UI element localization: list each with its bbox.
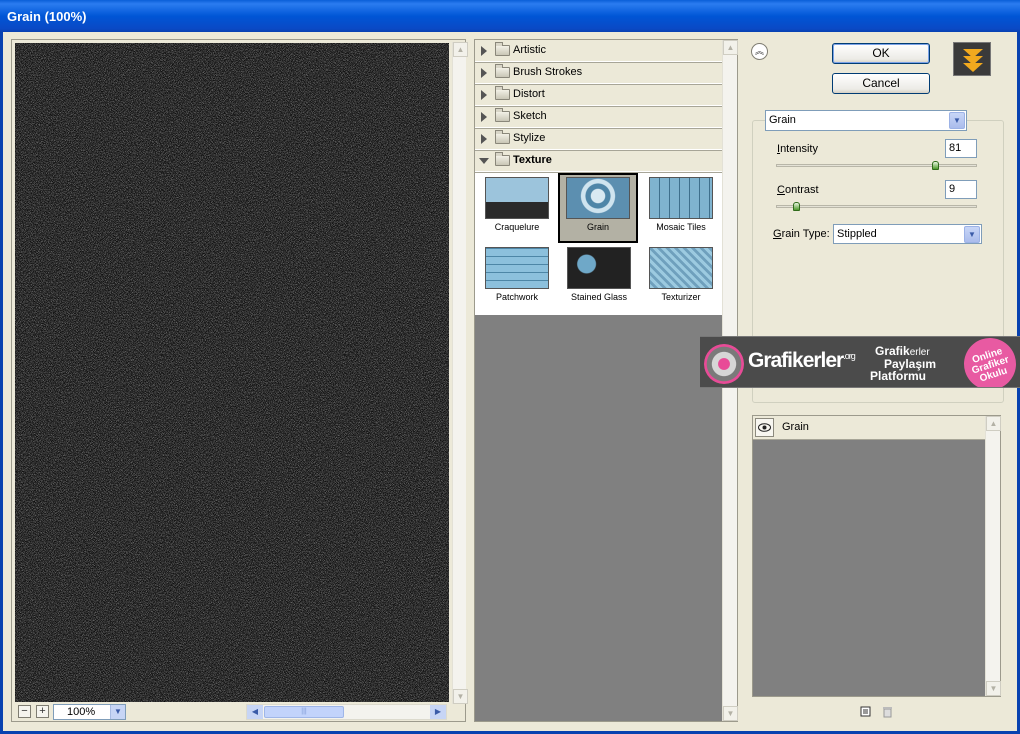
watermark-tagline-3: Platformu <box>870 369 927 383</box>
category-sketch[interactable]: Sketch <box>475 106 722 128</box>
effect-layer-name: Grain <box>782 421 809 433</box>
eye-icon[interactable] <box>755 418 774 437</box>
double-chevron-up-icon[interactable]: ︽ <box>751 43 768 60</box>
zoom-level-value: 100% <box>67 706 96 718</box>
folder-icon <box>495 42 510 56</box>
effect-layer-row[interactable]: Grain <box>753 416 985 440</box>
filter-select-value: Grain <box>769 114 796 126</box>
watermark-badge: Online Grafiker Okulu <box>957 337 1020 387</box>
filter-category-list: Artistic Brush Strokes Distort Sketch St… <box>475 40 722 315</box>
expand-arrow-icon[interactable] <box>481 90 487 100</box>
filter-thumb-label: Grain <box>586 222 609 232</box>
craquelure-thumbnail-image <box>485 177 549 219</box>
ok-button[interactable]: OK <box>832 43 930 64</box>
preview-vertical-scrollbar[interactable]: ▲ ▼ <box>452 42 468 704</box>
intensity-label: Intensity <box>777 143 818 155</box>
scroll-up-icon[interactable]: ▲ <box>453 42 468 57</box>
category-label: Artistic <box>513 44 546 56</box>
filter-select[interactable]: Grain ▼ <box>765 110 967 131</box>
cancel-button[interactable]: Cancel <box>832 73 930 94</box>
scroll-down-icon[interactable]: ▼ <box>986 681 1001 696</box>
preview-horizontal-scrollbar[interactable]: ◀ ||| ▶ <box>246 704 447 720</box>
filter-thumb-label: Patchwork <box>495 292 539 302</box>
intensity-slider-track[interactable] <box>776 164 977 167</box>
scroll-up-icon[interactable]: ▲ <box>986 416 1001 431</box>
preview-image[interactable] <box>15 43 449 702</box>
contrast-input[interactable]: 9 <box>945 180 977 199</box>
category-artistic[interactable]: Artistic <box>475 40 722 62</box>
contrast-label: Contrast <box>777 184 819 196</box>
filter-thumb-label: Craquelure <box>494 222 540 232</box>
folder-icon <box>495 108 510 122</box>
expand-arrow-icon[interactable] <box>481 134 487 144</box>
category-label: Sketch <box>513 110 547 122</box>
grain-type-value: Stippled <box>837 228 877 240</box>
layers-scrollbar[interactable]: ▲ ▼ <box>985 416 1001 696</box>
grain-thumbnail-image <box>566 177 630 219</box>
grain-type-label: Grain Type: <box>773 228 830 240</box>
intensity-slider-handle[interactable] <box>932 161 940 170</box>
folder-icon <box>495 64 510 78</box>
filter-thumb-grain[interactable]: Grain <box>558 173 638 243</box>
folder-icon <box>495 130 510 144</box>
scroll-left-icon[interactable]: ◀ <box>247 705 263 719</box>
watermark-brand: Grafikerler.org <box>748 349 856 372</box>
category-label: Texture <box>513 154 552 166</box>
noise-layer <box>15 43 449 702</box>
window-title: Grain (100%) <box>7 9 87 24</box>
new-effect-layer-icon[interactable] <box>859 705 872 718</box>
expand-arrow-icon[interactable] <box>481 68 487 78</box>
scroll-down-icon[interactable]: ▼ <box>453 689 468 704</box>
filter-thumb-patchwork[interactable]: Patchwork <box>477 245 557 315</box>
expand-arrow-icon[interactable] <box>481 112 487 122</box>
contrast-slider-handle[interactable] <box>793 202 801 211</box>
filter-thumb-craquelure[interactable]: Craquelure <box>477 175 557 245</box>
texture-thumbnail-grid: Craquelure Grain Mosaic Tiles Patchwork … <box>475 172 722 315</box>
watermark-banner: Grafikerler.org Grafikerler Paylaşım Pla… <box>700 336 1020 388</box>
filter-thumb-label: Mosaic Tiles <box>656 222 706 232</box>
scroll-thumb[interactable]: ||| <box>264 706 344 718</box>
triple-chevron-down-icon <box>953 42 991 76</box>
category-label: Brush Strokes <box>513 66 583 78</box>
scroll-down-icon[interactable]: ▼ <box>723 706 738 721</box>
texturizer-thumbnail-image <box>649 247 713 289</box>
grain-noise-preview <box>15 43 449 702</box>
open-folder-icon <box>495 152 510 166</box>
collapse-arrow-icon[interactable] <box>479 158 489 164</box>
effect-layers-panel: Grain ▲ ▼ <box>752 415 1001 697</box>
watermark-logo-icon <box>704 344 744 384</box>
category-label: Distort <box>513 88 545 100</box>
filter-thumb-mosaic-tiles[interactable]: Mosaic Tiles <box>641 175 721 245</box>
stained-glass-thumbnail-image <box>567 247 631 289</box>
patchwork-thumbnail-image <box>485 247 549 289</box>
intensity-input[interactable]: 81 <box>945 139 977 158</box>
window-title-bar: Grain (100%) <box>0 0 1020 32</box>
filter-thumb-texturizer[interactable]: Texturizer <box>641 245 721 315</box>
category-texture[interactable]: Texture <box>475 150 722 172</box>
filter-gallery-panel: Artistic Brush Strokes Distort Sketch St… <box>474 39 738 722</box>
zoom-level-select[interactable]: 100% ▼ <box>53 704 126 720</box>
category-distort[interactable]: Distort <box>475 84 722 106</box>
scroll-up-icon[interactable]: ▲ <box>723 40 738 55</box>
chevron-down-icon[interactable]: ▼ <box>964 226 980 243</box>
mosaic-tiles-thumbnail-image <box>649 177 713 219</box>
chevron-down-icon[interactable]: ▼ <box>949 112 965 129</box>
zoom-in-button[interactable]: + <box>36 705 49 718</box>
filter-thumb-label: Texturizer <box>661 292 701 302</box>
category-brush-strokes[interactable]: Brush Strokes <box>475 62 722 84</box>
grain-type-select[interactable]: Stippled ▼ <box>833 224 982 244</box>
preview-footer: − + 100% ▼ ◀ ||| ▶ <box>15 704 464 720</box>
preview-panel: ▲ ▼ − + 100% ▼ ◀ ||| ▶ <box>11 39 468 722</box>
expand-arrow-icon[interactable] <box>481 46 487 56</box>
filter-thumb-label: Stained Glass <box>570 292 628 302</box>
chevron-down-icon[interactable]: ▼ <box>110 705 125 719</box>
trash-icon[interactable] <box>881 705 894 718</box>
category-label: Stylize <box>513 132 546 144</box>
contrast-slider-track[interactable] <box>776 205 977 208</box>
folder-icon <box>495 86 510 100</box>
category-stylize[interactable]: Stylize <box>475 128 722 150</box>
zoom-out-button[interactable]: − <box>18 705 31 718</box>
filter-thumb-stained-glass[interactable]: Stained Glass <box>559 245 639 315</box>
scroll-right-icon[interactable]: ▶ <box>430 705 446 719</box>
